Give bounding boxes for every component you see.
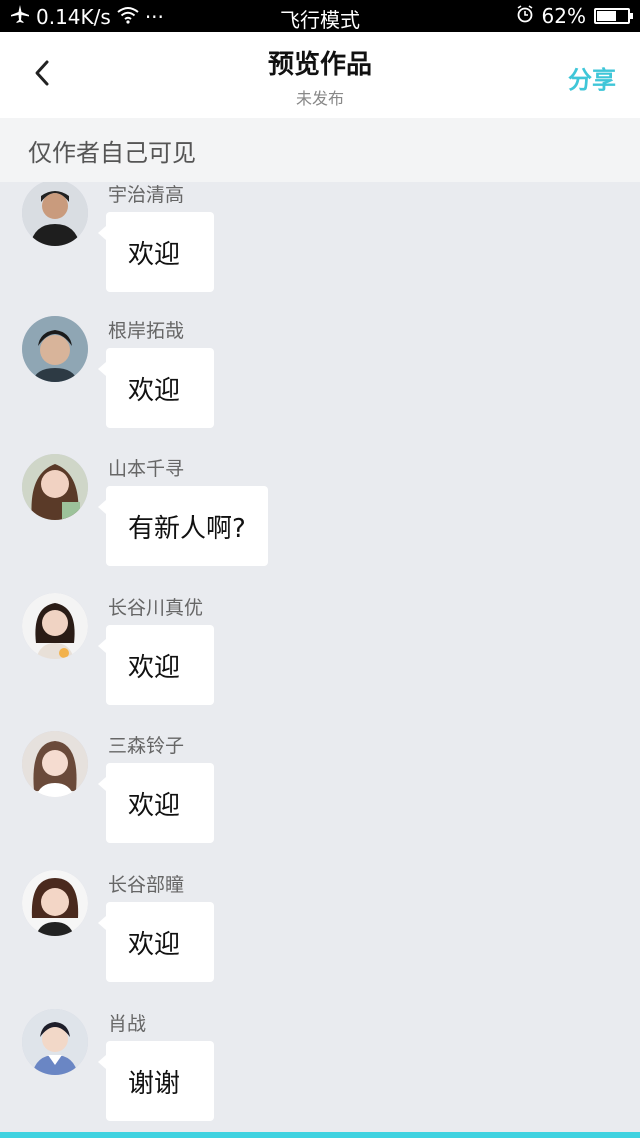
navigation-header: 预览作品 未发布 分享 xyxy=(0,32,640,118)
avatar[interactable] xyxy=(22,454,88,520)
avatar[interactable] xyxy=(22,870,88,936)
avatar[interactable] xyxy=(22,316,88,382)
page-title: 预览作品 xyxy=(267,50,372,80)
message-item: 长谷部瞳 欢迎 xyxy=(0,870,640,1000)
avatar[interactable] xyxy=(22,731,88,797)
bottom-accent-bar xyxy=(0,1132,640,1138)
message-bubble[interactable]: 欢迎 xyxy=(98,902,214,982)
message-item: 长谷川真优 欢迎 xyxy=(0,593,640,723)
sender-name: 三森铃子 xyxy=(108,735,185,757)
sender-name: 根岸拓哉 xyxy=(108,320,185,342)
message-bubble[interactable]: 欢迎 xyxy=(98,212,214,292)
message-item: 肖战 谢谢 xyxy=(0,1009,640,1132)
sender-name: 山本千寻 xyxy=(108,458,185,480)
message-bubble[interactable]: 欢迎 xyxy=(98,625,214,705)
sender-name: 长谷部瞳 xyxy=(108,874,185,896)
message-item: 宇治清高 欢迎 xyxy=(0,182,640,310)
sender-name: 肖战 xyxy=(108,1013,147,1035)
share-button[interactable]: 分享 xyxy=(568,60,616,95)
message-bubble[interactable]: 欢迎 xyxy=(98,348,214,428)
status-bar: 0.14K/s ··· 飞行模式 62% xyxy=(0,0,640,32)
message-item: 三森铃子 欢迎 xyxy=(0,731,640,861)
message-item: 山本千寻 有新人啊? xyxy=(0,454,640,584)
message-list[interactable]: 宇治清高 欢迎 根岸拓哉 欢迎 山本千寻 有新人啊? 长谷川真优 欢迎 三森铃子… xyxy=(0,182,640,1132)
message-item: 根岸拓哉 欢迎 xyxy=(0,316,640,446)
battery-percent: 62% xyxy=(541,4,586,28)
avatar[interactable] xyxy=(22,182,88,246)
message-bubble[interactable]: 谢谢 xyxy=(98,1041,214,1121)
avatar[interactable] xyxy=(22,593,88,659)
sender-name: 宇治清高 xyxy=(108,184,185,206)
avatar[interactable] xyxy=(22,1009,88,1075)
message-bubble[interactable]: 欢迎 xyxy=(98,763,214,843)
message-bubble[interactable]: 有新人啊? xyxy=(98,486,268,566)
battery-icon xyxy=(594,8,633,24)
sender-name: 长谷川真优 xyxy=(108,597,204,619)
alarm-icon xyxy=(516,4,534,28)
page-subtitle: 未发布 xyxy=(295,89,344,108)
visibility-notice: 仅作者自己可见 xyxy=(0,118,640,182)
